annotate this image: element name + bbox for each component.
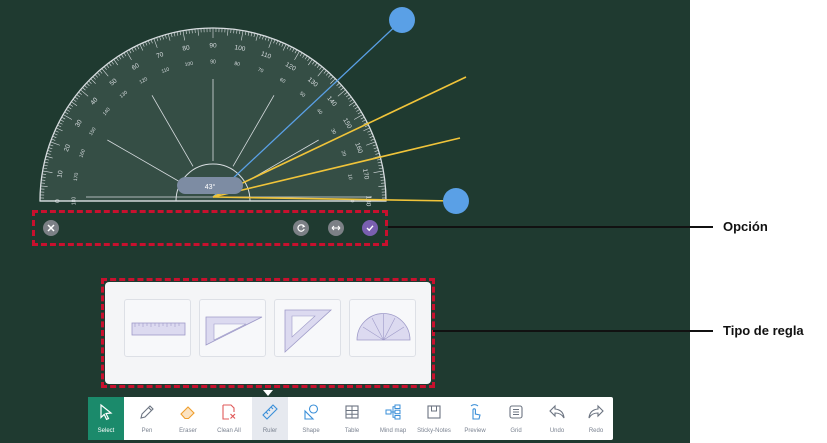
tool-table[interactable]: Table (334, 397, 370, 440)
protractor-option[interactable] (349, 299, 416, 357)
triangle-30-60-icon (205, 316, 263, 346)
cursor-icon (100, 403, 113, 421)
scale-label: 90 (209, 43, 217, 50)
tool-label: Redo (588, 428, 604, 434)
tool-preview[interactable]: Preview (457, 397, 493, 440)
check-icon[interactable] (362, 220, 378, 236)
option-callout-line (388, 226, 713, 228)
mind-map-icon (385, 404, 401, 420)
triangle-45-option[interactable] (274, 299, 341, 357)
grid-icon (509, 405, 523, 419)
ruler-type-panel (105, 282, 431, 384)
resize-handle[interactable] (443, 188, 469, 214)
whiteboard-canvas[interactable]: 0 10 20 30 40 50 60 70 80 90 100 110 120 130 140 150 160… (0, 0, 690, 443)
scale-label: 90 (210, 59, 216, 65)
triangle-45-icon (284, 309, 333, 353)
tool-clean-all[interactable]: Clean All (211, 397, 247, 440)
sticky-note-icon (427, 405, 441, 419)
close-icon[interactable] (43, 220, 59, 236)
straight-ruler-option[interactable] (124, 299, 191, 357)
undo-icon (549, 404, 565, 419)
ruler-type-callout-label: Tipo de regla (723, 323, 804, 338)
clean-all-icon (222, 404, 236, 420)
tool-undo[interactable]: Undo (539, 397, 575, 440)
ruler-icon (262, 404, 278, 420)
tool-ruler[interactable]: Ruler (252, 397, 288, 440)
tool-mind-map[interactable]: Mind map (375, 397, 411, 440)
straight-ruler-icon (131, 322, 186, 336)
protractor-icon (356, 313, 411, 341)
rotate-handle[interactable] (389, 7, 415, 33)
tool-sticky-notes[interactable]: Sticky-Notes (416, 397, 452, 440)
tool-eraser[interactable]: Eraser (170, 397, 206, 440)
shape-icon (304, 404, 319, 420)
triangle-30-60-option[interactable] (199, 299, 266, 357)
angle-readout: 43° (205, 183, 216, 191)
preview-icon (470, 404, 481, 420)
flip-horizontal-icon[interactable] (328, 220, 344, 236)
table-icon (345, 405, 359, 419)
tool-grid[interactable]: Grid (498, 397, 534, 440)
tool-pen[interactable]: Pen (129, 397, 165, 440)
redo-icon (588, 404, 604, 419)
tool-redo[interactable]: Redo (578, 397, 614, 440)
bottom-toolbar: Select Pen Eraser Clean All Ruler Shape … (88, 397, 613, 440)
option-callout-label: Opción (723, 219, 768, 234)
tool-select[interactable]: Select (88, 397, 124, 440)
scale-label: 180 (71, 197, 77, 206)
eraser-icon (180, 406, 195, 420)
rotate-icon[interactable] (293, 220, 309, 236)
scale-label: 0 (55, 199, 62, 203)
panel-pointer (263, 390, 273, 396)
pen-icon (140, 405, 154, 419)
ruler-type-callout-line (433, 330, 713, 332)
tool-shape[interactable]: Shape (293, 397, 329, 440)
scale-label: 180 (364, 196, 371, 207)
